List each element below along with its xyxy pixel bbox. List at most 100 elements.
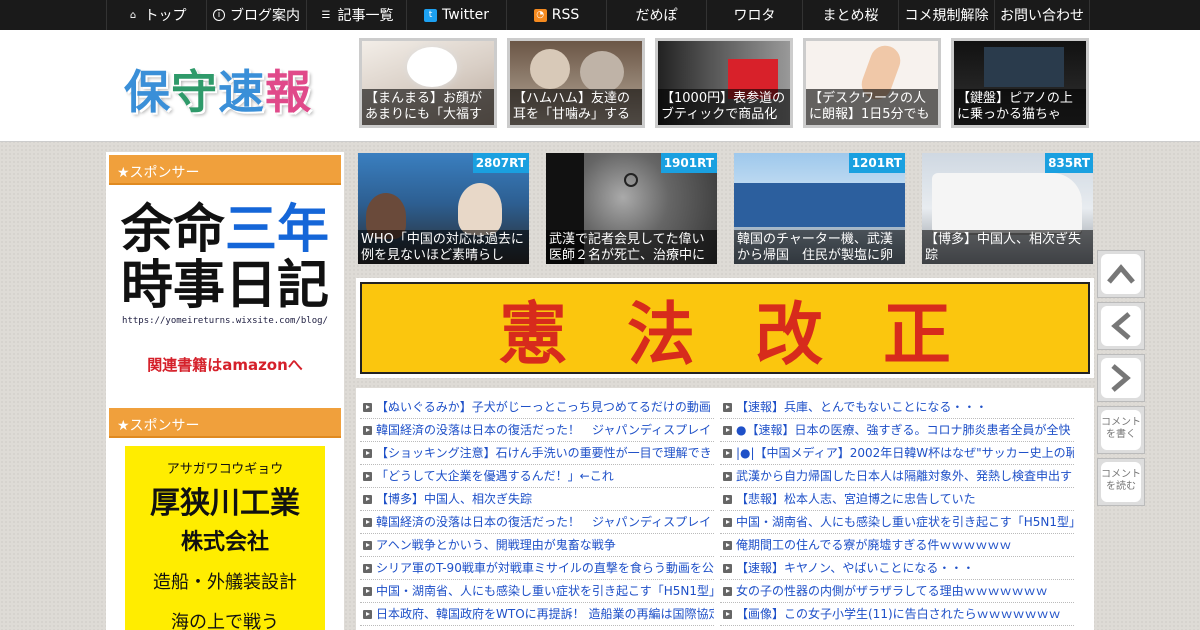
write-comment-button[interactable]: コメントを書く xyxy=(1097,406,1145,454)
person-photo xyxy=(458,183,502,235)
read-comment-button[interactable]: コメントを読む xyxy=(1097,458,1145,506)
featured-thumb[interactable]: 1901RT 武漢で記者会見してた偉い医師２名が死亡、治療中に xyxy=(546,153,717,264)
nav-label: まとめ桜 xyxy=(822,8,879,24)
button-label: コメントを読む xyxy=(1101,462,1141,502)
article-link[interactable]: 【博多】中国人、相次ぎ失踪 xyxy=(360,488,714,511)
nav-label: トップ xyxy=(144,8,187,24)
article-link[interactable]: 日本政府、韓国政府をWTOに再提訴！ 造船業の再編は国際協定 xyxy=(360,603,714,626)
header-thumb[interactable]: 【まんまる】お顔があまりにも「大福す xyxy=(359,38,497,128)
banner-char: 改 xyxy=(755,294,824,375)
article-link[interactable]: 韓国経済の没落は日本の復活だった！ ジャパンディスプレイ xyxy=(360,511,714,534)
article-link[interactable]: 俺期間工の住んでる寮が廃墟すぎる件ｗｗｗｗｗｗ xyxy=(720,534,1074,557)
nav-twitter[interactable]: t Twitter xyxy=(406,0,506,30)
featured-caption: 武漢で記者会見してた偉い医師２名が死亡、治療中に xyxy=(546,230,717,264)
constitution-banner[interactable]: 憲 法 改 正 xyxy=(356,278,1094,378)
article-list-panel: 【ぬいぐるみか】子犬がじーっとこっち見つめてるだけの動画 韓国経済の没落は日本の復… xyxy=(356,388,1094,630)
sidebar: ★スポンサー 余命三年 時事日記 https://yomeireturns.wi… xyxy=(106,152,344,630)
featured-thumb[interactable]: 835RT 【博多】中国人、相次ぎ失踪 xyxy=(922,153,1093,264)
featured-thumb[interactable]: 2807RT WHO「中国の対応は過去に例を見ないほど素晴らし xyxy=(358,153,529,264)
header-thumb[interactable]: 【1000円】表参道のブティックで商品化 xyxy=(655,38,793,128)
article-link[interactable]: 【画像】この女子小学生(11)に告白されたらｗｗｗｗｗｗｗ xyxy=(720,603,1074,626)
chevron-right-icon xyxy=(1101,358,1141,398)
ad-corp: 株式会社 xyxy=(180,530,269,555)
sponsor-ad-yomei[interactable]: 余命三年 時事日記 https://yomeireturns.wixsite.c… xyxy=(109,190,341,390)
ad-company-name: 厚狭川工業 xyxy=(150,486,300,521)
site-logo[interactable]: 保守速報 xyxy=(124,56,312,122)
featured-caption: 【博多】中国人、相次ぎ失踪 xyxy=(922,230,1093,264)
nav-label: お問い合わせ xyxy=(1000,8,1084,24)
thumb-caption: 【1000円】表参道のブティックで商品化 xyxy=(658,89,790,125)
nav-label: RSS xyxy=(551,7,580,23)
article-link[interactable]: 中国・湖南省、人にも感染し重い症状を引き起こす「H5N1型」 xyxy=(720,511,1074,534)
banner-inner: 憲 法 改 正 xyxy=(360,282,1090,375)
sponsor-ad-asagawa[interactable]: アサガワコウギョウ 厚狭川工業 株式会社 造船・外艤装設計 海の上で戦う xyxy=(125,446,325,630)
article-list-right: 【速報】兵庫、とんでもないことになる・・・ ●【速報】日本の医療、強すぎる。コロナ… xyxy=(720,396,1074,626)
virus-photo xyxy=(624,173,638,187)
article-link[interactable]: 【ぬいぐるみか】子犬がじーっとこっち見つめてるだけの動画 xyxy=(360,396,714,419)
article-link[interactable]: 「どうして大企業を優遇するんだ！」←これ xyxy=(360,465,714,488)
chevron-up-icon xyxy=(1101,254,1141,294)
article-link[interactable]: アヘン戦争とかいう、開戦理由が鬼畜な戦争 xyxy=(360,534,714,557)
nav-label: ブログ案内 xyxy=(230,8,300,24)
nav-damepo[interactable]: だめぽ xyxy=(606,0,706,30)
nav-blog-info[interactable]: i ブログ案内 xyxy=(206,0,306,30)
nav-top[interactable]: ⌂ トップ xyxy=(106,0,206,30)
rss-icon: ◔ xyxy=(533,8,547,22)
banner-char: 正 xyxy=(883,294,952,375)
kitten-photo xyxy=(580,51,624,93)
nav-contact[interactable]: お問い合わせ xyxy=(994,0,1090,30)
nav-label: 記事一覧 xyxy=(337,8,394,24)
header-thumb[interactable]: 【ハムハム】友達の耳を「甘噛み」する xyxy=(507,38,645,128)
retweet-count-badge: 2807RT xyxy=(472,153,529,173)
retweet-count-badge: 1901RT xyxy=(660,153,717,173)
article-link[interactable]: |●|【中国メディア】2002年日韓W杯はなぜ"サッカー史上の恥 xyxy=(720,442,1074,465)
ad-desc: 造船・外艤装設計 xyxy=(153,572,297,593)
ad-text: 三年 xyxy=(225,200,330,260)
nav-label: コメ規制解除 xyxy=(904,8,989,24)
article-link[interactable]: ●【速報】日本の医療、強すぎる。コロナ肺炎患者全員が全快 xyxy=(720,419,1074,442)
kitten-photo xyxy=(530,49,570,89)
nav-bar: ⌂ トップ i ブログ案内 ☰ 記事一覧 t Twitter ◔ RSS だめぽ ワロタ … xyxy=(106,0,1090,30)
nav-article-list[interactable]: ☰ 記事一覧 xyxy=(306,0,406,30)
article-link[interactable]: シリア軍のT-90戦車が対戦車ミサイルの直撃を食らう動画を公 xyxy=(360,557,714,580)
nav-rss[interactable]: ◔ RSS xyxy=(506,0,606,30)
logo-char: 速 xyxy=(218,65,265,119)
article-list-left: 【ぬいぐるみか】子犬がじーっとこっち見つめてるだけの動画 韓国経済の没落は日本の復… xyxy=(360,396,714,626)
nav-comment-unblock[interactable]: コメ規制解除 xyxy=(898,0,994,30)
banner-char: 憲 xyxy=(498,294,567,375)
ad-title-line1: 余命三年 xyxy=(109,202,341,258)
next-article-button[interactable] xyxy=(1097,354,1145,402)
article-link[interactable]: 【速報】兵庫、とんでもないことになる・・・ xyxy=(720,396,1074,419)
article-link[interactable]: 中国・湖南省、人にも感染し重い症状を引き起こす「H5N1型」 xyxy=(360,580,714,603)
article-link[interactable]: 【悲報】松本人志、宮迫博之に忠告していた xyxy=(720,488,1074,511)
thumb-caption: 【鍵盤】ピアノの上に乗っかる猫ちゃ xyxy=(954,89,1086,125)
ad-title-line2: 時事日記 xyxy=(120,256,329,316)
header-thumb[interactable]: 【デスクワークの人に朗報】1日5分でも xyxy=(803,38,941,128)
header-thumb[interactable]: 【鍵盤】ピアノの上に乗っかる猫ちゃ xyxy=(951,38,1089,128)
article-link[interactable]: 韓国経済の没落は日本の復活だった！ ジャパンディスプレイ xyxy=(360,419,714,442)
nav-label: だめぽ xyxy=(635,8,678,24)
article-link[interactable]: 武漢から自力帰国した日本人は隔離対象外、発熱し検査申出す xyxy=(720,465,1074,488)
logo-char: 報 xyxy=(265,65,312,119)
sponsor-heading: ★スポンサー xyxy=(109,155,341,185)
top-nav: ⌂ トップ i ブログ案内 ☰ 記事一覧 t Twitter ◔ RSS だめぽ ワロタ … xyxy=(0,0,1200,30)
article-link[interactable]: 女の子の性器の内側がザラザラしてる理由ｗｗｗｗｗｗｗ xyxy=(720,580,1074,603)
ad-url: https://yomeireturns.wixsite.com/blog/ xyxy=(122,316,328,326)
scroll-top-button[interactable] xyxy=(1097,250,1145,298)
featured-caption: 韓国のチャーター機、武漢から帰国 住民が製塩に卵 xyxy=(734,230,905,264)
piano-photo xyxy=(984,47,1064,87)
prev-article-button[interactable] xyxy=(1097,302,1145,350)
featured-thumb[interactable]: 1201RT 韓国のチャーター機、武漢から帰国 住民が製塩に卵 xyxy=(734,153,905,264)
logo-char: 保 xyxy=(124,65,171,119)
ad-amazon-link[interactable]: 関連書籍はamazonへ xyxy=(109,354,341,375)
article-link[interactable]: 【ショッキング注意】石けん手洗いの重要性が一目で理解でき xyxy=(360,442,714,465)
thumb-caption: 【デスクワークの人に朗報】1日5分でも xyxy=(806,89,938,125)
nav-matome-sakura[interactable]: まとめ桜 xyxy=(802,0,898,30)
list-icon: ☰ xyxy=(321,9,331,21)
home-icon: ⌂ xyxy=(129,9,137,21)
thumb-caption: 【ハムハム】友達の耳を「甘噛み」する xyxy=(510,89,642,125)
nav-warota[interactable]: ワロタ xyxy=(706,0,802,30)
cat-photo xyxy=(407,47,457,87)
article-link[interactable]: 【速報】キヤノン、やばいことになる・・・ xyxy=(720,557,1074,580)
info-icon: i xyxy=(213,9,225,21)
